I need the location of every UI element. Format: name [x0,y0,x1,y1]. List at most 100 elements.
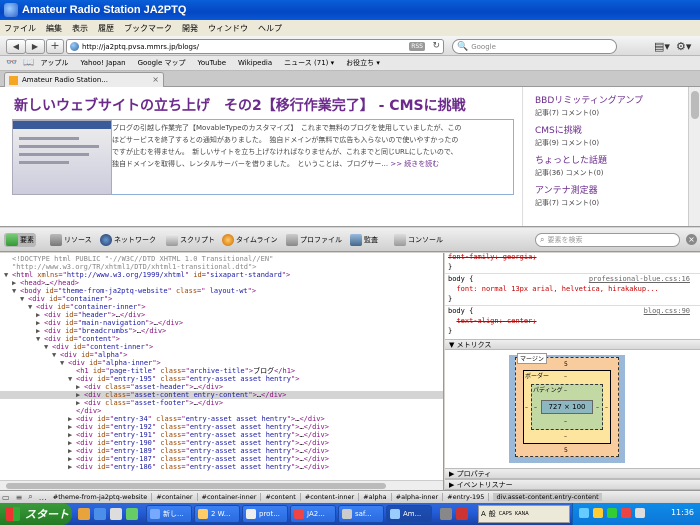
dom-node[interactable]: ▼ <div id="alpha"> [0,351,443,359]
menu-help[interactable]: ヘルプ [258,23,282,34]
disclosure-triangle-icon[interactable]: ▶ [76,383,84,391]
inspector-search-field[interactable]: ⌕ 要素を検索 [535,233,680,247]
menu-bookmarks[interactable]: ブックマーク [124,23,172,34]
dom-node[interactable]: "http://www.w3.org/TR/xhtml1/DTD/xhtml1-… [0,263,443,271]
dom-horizontal-scrollbar[interactable] [0,480,443,490]
disclosure-triangle-icon[interactable]: ▶ [68,463,76,471]
ime-mode[interactable]: A [481,510,486,518]
tray-icon[interactable] [621,508,631,518]
disclosure-triangle-icon[interactable]: ▶ [36,327,44,335]
more-icon[interactable]: … [39,493,47,502]
category-link[interactable]: BBDリミッティングアンプ [535,93,643,106]
post-title-text[interactable]: 新しいウェブサイトの立ち上げ その2【移行作業完了】 [14,98,374,114]
dom-node[interactable]: ▼ <div id="container-inner"> [0,303,443,311]
disclosure-triangle-icon[interactable]: ▶ [12,279,20,287]
taskbar-window-button[interactable]: 2 W... [194,505,240,523]
menu-window[interactable]: ウィンドウ [208,23,248,34]
quicklaunch-icon[interactable] [94,508,106,520]
category-link[interactable]: ちょっとした話題 [535,153,607,166]
dom-node[interactable]: ▶ <div id="entry-190" class="entry-asset … [0,439,443,447]
tab-profiles[interactable]: プロファイル [286,233,342,247]
breadcrumb-item[interactable]: #entry-195 [447,493,490,501]
ime-language-bar[interactable]: A 般 CAPS KANA [478,505,570,523]
dom-node[interactable]: ▶ <div id="entry-191" class="entry-asset … [0,431,443,439]
system-clock[interactable]: 11:36 [671,508,694,517]
category-link[interactable]: CMSに挑戦 [535,123,599,136]
disclosure-triangle-icon[interactable]: ▶ [36,319,44,327]
reading-list-icon[interactable]: 👓 [6,58,17,68]
scrollbar-thumb[interactable] [691,91,699,119]
properties-section-header[interactable]: ▶ プロパティ [445,468,700,479]
rss-badge[interactable]: RSS [409,42,425,51]
tray-icon[interactable] [593,508,603,518]
tray-icon[interactable] [607,508,617,518]
dom-node[interactable]: ▼ <body id="theme-from-ja2ptq-website" cl… [0,287,443,295]
add-bookmark-button[interactable]: + [46,39,64,54]
quicklaunch-icon[interactable] [110,508,122,520]
taskbar-window-button[interactable]: JA2... [290,505,336,523]
dom-node[interactable]: <h1 id="page-title" class="archive-title… [0,367,443,375]
event-listeners-section-header[interactable]: ▶ イベントリスナー [445,479,700,490]
menu-file[interactable]: ファイル [4,23,36,34]
gear-icon[interactable]: ⚙▾ [676,40,691,53]
search-icon[interactable]: ⌕ [28,492,32,502]
dom-node[interactable]: ▶ <div id="breadcrumbs">…</div> [0,327,443,335]
dom-node[interactable]: ▶ <div id="entry-34" class="entry-asset a… [0,415,443,423]
post-title[interactable]: 新しいウェブサイトの立ち上げ その2【移行作業完了】 - CMSに挑戦 [14,95,466,115]
dom-node[interactable]: ▶ <head>…</head> [0,279,443,287]
breadcrumb-item[interactable]: #container [156,493,198,501]
tab-scripts[interactable]: スクリプト [166,233,215,247]
menu-edit[interactable]: 編集 [46,23,62,34]
disclosure-triangle-icon[interactable]: ▶ [36,311,44,319]
disclosure-triangle-icon[interactable]: ▼ [36,335,44,343]
disclosure-triangle-icon[interactable]: ▼ [60,359,68,367]
disclosure-triangle-icon[interactable]: ▶ [68,431,76,439]
tab-resources[interactable]: リソース [50,233,92,247]
menu-develop[interactable]: 開発 [182,23,198,34]
bookmark-news[interactable]: ニュース (71) ▾ [284,58,334,68]
quicklaunch-icon[interactable] [126,508,138,520]
tab-network[interactable]: ネットワーク [100,233,156,247]
tray-icon[interactable] [579,508,589,518]
dom-node[interactable]: ▶ <div id="entry-187" class="entry-asset … [0,455,443,463]
inspector-close-icon[interactable]: × [686,234,697,245]
tab-timeline[interactable]: タイムライン [222,233,278,247]
tray-app-icon[interactable] [440,508,452,520]
menu-history[interactable]: 履歴 [98,23,114,34]
dom-node[interactable]: ▶ <div id="main-navigation">…</div> [0,319,443,327]
scrollbar-thumb[interactable] [6,483,386,489]
taskbar-window-button[interactable]: 新し... [146,505,192,523]
stylesheet-link[interactable]: blog.css:90 [644,307,690,316]
tab-elements[interactable]: 要素 [4,233,36,247]
dom-node[interactable]: ▼ <html xmlns="http://www.w3.org/1999/xht… [0,271,443,279]
disclosure-triangle-icon[interactable]: ▼ [68,375,76,383]
taskbar-window-button-active[interactable]: Am... [386,505,432,523]
start-button[interactable]: スタート [0,503,72,525]
tray-app-icon[interactable] [456,508,468,520]
disclosure-triangle-icon[interactable]: ▼ [20,295,28,303]
tab-audits[interactable]: 監査 [350,233,378,247]
bookmark-yahoo[interactable]: Yahoo! Japan [80,59,125,67]
bookmark-apple[interactable]: アップル [40,58,68,68]
breadcrumb-item[interactable]: #alpha [363,493,392,501]
disclosure-triangle-icon[interactable]: ▶ [68,423,76,431]
tab-close-icon[interactable]: × [152,75,159,84]
dom-node-selected[interactable]: ▶ <div class="asset-content entry-content… [0,391,443,399]
read-more-link[interactable]: >> 続きを読む [390,160,439,168]
post-category[interactable]: - CMSに挑戦 [374,98,466,114]
dom-node[interactable]: ▼ <div id="entry-195" class="entry-asset … [0,375,443,383]
dom-node[interactable]: ▶ <div id="entry-186" class="entry-asset … [0,463,443,471]
disclosure-triangle-icon[interactable]: ▼ [44,343,52,351]
dom-node[interactable]: <!DOCTYPE html PUBLIC "-//W3C//DTD XHTML… [0,255,443,263]
category-link[interactable]: アンテナ測定器 [535,183,599,196]
disclosure-triangle-icon[interactable]: ▼ [52,351,60,359]
bookmarks-book-icon[interactable]: 📖 [23,58,34,68]
disclosure-triangle-icon[interactable]: ▶ [68,447,76,455]
taskbar-window-button[interactable]: saf... [338,505,384,523]
quicklaunch-icon[interactable] [78,508,90,520]
breadcrumb-item[interactable]: #content-inner [305,493,360,501]
dom-node[interactable]: ▼ <div id="alpha-inner"> [0,359,443,367]
disclosure-triangle-icon[interactable]: ▶ [68,439,76,447]
dom-node[interactable]: ▶ <div id="entry-192" class="entry-asset … [0,423,443,431]
bookmark-google-maps[interactable]: Google マップ [138,58,186,68]
